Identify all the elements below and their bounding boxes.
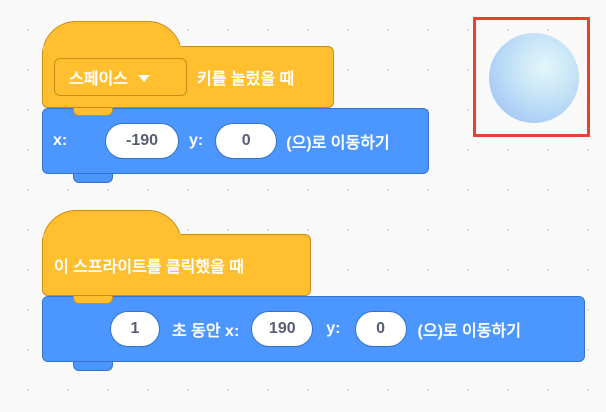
glide-to-xy-block[interactable]: 1 초 동안 x: 190 y: 0 (으)로 이동하기 [42, 296, 585, 371]
block-notch [73, 296, 113, 304]
block-tab [73, 362, 113, 371]
secs-input[interactable]: 1 [110, 311, 160, 347]
key-dropdown-label: 스페이스 [69, 71, 128, 88]
block-notch [73, 108, 113, 116]
event-label: 이 스프라이트를 클릭했을 때 [54, 259, 244, 276]
code-area[interactable]: 스페이스 키를 눌렀을 때 x: -190 y: 0 (으)로 이동하기 이 스… [0, 0, 606, 412]
ball-sprite-icon[interactable] [489, 33, 579, 123]
move-suffix-label: (으)로 이동하기 [286, 135, 390, 152]
chevron-down-icon [137, 74, 150, 82]
go-to-xy-block[interactable]: x: -190 y: 0 (으)로 이동하기 [42, 108, 429, 183]
key-dropdown[interactable]: 스페이스 [54, 58, 187, 96]
y-input[interactable]: 0 [215, 123, 278, 159]
when-sprite-clicked-block[interactable]: 이 스프라이트를 클릭했을 때 [42, 233, 311, 296]
move-suffix-label: (으)로 이동하기 [417, 323, 521, 340]
selected-sprite-frame[interactable] [473, 17, 590, 137]
x-label: x: [53, 132, 68, 149]
block-tab [73, 174, 113, 183]
when-key-pressed-block[interactable]: 스페이스 키를 눌렀을 때 [42, 45, 334, 108]
hat-cap-join [43, 233, 181, 239]
event-label: 키를 눌렀을 때 [197, 71, 295, 88]
hat-cap-join [43, 45, 181, 51]
y-label: y: [326, 320, 341, 337]
x-input[interactable]: 190 [251, 311, 314, 347]
y-label: y: [189, 132, 204, 149]
y-input[interactable]: 0 [354, 311, 407, 347]
secs-x-label: 초 동안 x: [172, 323, 240, 340]
x-input[interactable]: -190 [105, 123, 179, 159]
